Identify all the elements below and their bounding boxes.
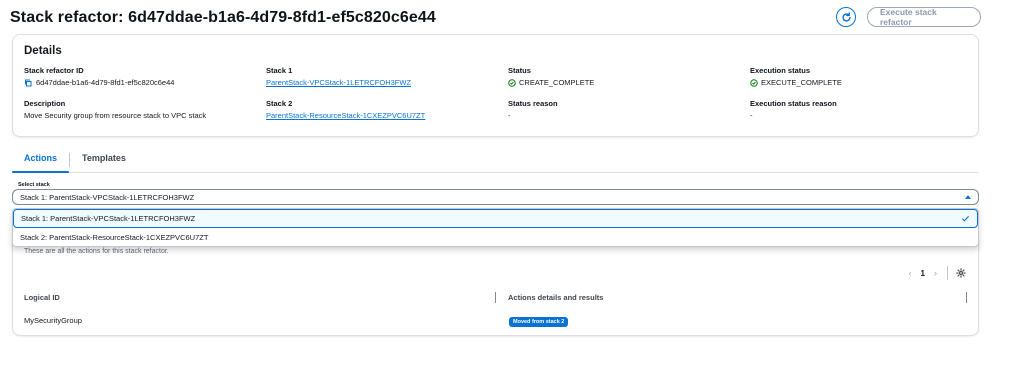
- pagination: ‹ 1 ›: [903, 266, 966, 280]
- success-check-icon: [508, 78, 516, 87]
- status-badge: Moved from stack 2: [509, 317, 569, 327]
- execution-status-reason-field: Execution status reason -: [750, 99, 992, 120]
- description-field: Description Move Security group from res…: [24, 99, 266, 120]
- details-container: Details Stack refactor ID 6d47ddae-b1a6-…: [12, 34, 979, 137]
- description-label: Description: [24, 99, 66, 108]
- details-heading: Details: [24, 45, 62, 57]
- execution-status-field: Execution status EXECUTE_COMPLETE: [750, 66, 992, 87]
- status-reason-value: -: [508, 111, 511, 120]
- chevron-right-icon[interactable]: ›: [934, 268, 937, 278]
- actions-description: These are all the actions for this stack…: [24, 248, 169, 255]
- details-grid: Stack refactor ID 6d47ddae-b1a6-4d79-8fd…: [24, 66, 967, 120]
- stack-refactor-id-field: Stack refactor ID 6d47ddae-b1a6-4d79-8fd…: [24, 66, 266, 87]
- caret-up-icon: [965, 195, 971, 199]
- stack-refactor-id-value: 6d47ddae-b1a6-4d79-8fd1-ef5c820c6e44: [24, 78, 266, 87]
- page-header: Stack refactor: 6d47ddae-b1a6-4d79-8fd1-…: [10, 6, 1014, 30]
- execute-stack-refactor-button[interactable]: Execute stack refactor: [867, 7, 981, 27]
- table-header: Logical ID Actions details and results: [24, 290, 969, 304]
- tab-actions[interactable]: Actions: [12, 147, 70, 173]
- select-stack-value: Stack 1: ParentStack-VPCStack-1LETRCFOH3…: [20, 192, 195, 202]
- option-stack-1-label: Stack 1: ParentStack-VPCStack-1LETRCFOH3…: [21, 214, 196, 223]
- column-header-logical-id[interactable]: Logical ID: [24, 291, 496, 303]
- logical-id-cell: MySecurityGroup: [24, 316, 82, 325]
- refresh-icon: [841, 11, 851, 22]
- pager-divider: [947, 266, 948, 280]
- status-reason-field: Status reason -: [508, 99, 750, 120]
- option-stack-2[interactable]: Stack 2: ParentStack-ResourceStack-1CXEZ…: [13, 228, 978, 247]
- select-stack-dropdown[interactable]: Stack 1: ParentStack-VPCStack-1LETRCFOH3…: [12, 189, 979, 205]
- description-value: Move Security group from resource stack …: [24, 111, 207, 120]
- stack-refactor-id-text: 6d47ddae-b1a6-4d79-8fd1-ef5c820c6e44: [36, 78, 175, 87]
- actions-details-cell: Moved from stack 2: [496, 316, 569, 327]
- actions-container: These are all the actions for this stack…: [12, 232, 979, 336]
- execution-status-text: EXECUTE_COMPLETE: [761, 78, 842, 87]
- status-field: Status CREATE_COMPLETE: [508, 66, 750, 87]
- execution-status-reason-value: -: [750, 111, 753, 120]
- stack1-link[interactable]: ParentStack-VPCStack-1LETRCFOH3FWZ: [266, 78, 411, 87]
- execution-status-value: EXECUTE_COMPLETE: [750, 78, 992, 87]
- page-title: Stack refactor: 6d47ddae-b1a6-4d79-8fd1-…: [10, 9, 436, 26]
- stack-refactor-id-label: Stack refactor ID: [24, 66, 84, 75]
- stack1-field: Stack 1 ParentStack-VPCStack-1LETRCFOH3F…: [266, 66, 508, 87]
- option-stack-2-label: Stack 2: ParentStack-ResourceStack-1CXEZ…: [20, 233, 209, 242]
- select-stack-options: Stack 1: ParentStack-VPCStack-1LETRCFOH3…: [12, 208, 979, 247]
- refresh-button[interactable]: [836, 7, 856, 27]
- execution-status-reason-label: Execution status reason: [750, 99, 837, 108]
- select-stack-label: Select stack: [18, 182, 50, 188]
- status-reason-label: Status reason: [508, 99, 558, 108]
- stack1-label: Stack 1: [266, 66, 293, 75]
- status-label: Status: [508, 66, 531, 75]
- tab-list: Actions Templates: [12, 147, 979, 173]
- status-text: CREATE_COMPLETE: [519, 78, 595, 87]
- stack2-label: Stack 2: [266, 99, 293, 108]
- stack2-field: Stack 2 ParentStack-ResourceStack-1CXEZP…: [266, 99, 508, 120]
- page-number[interactable]: 1: [921, 269, 925, 278]
- check-icon: [962, 215, 970, 222]
- stack2-link[interactable]: ParentStack-ResourceStack-1CXEZPVC6U7ZT: [266, 111, 425, 120]
- status-value: CREATE_COMPLETE: [508, 78, 750, 87]
- success-check-icon: [750, 78, 758, 87]
- header-actions: Execute stack refactor: [836, 7, 981, 27]
- gear-icon[interactable]: [956, 268, 966, 278]
- option-stack-1[interactable]: Stack 1: ParentStack-VPCStack-1LETRCFOH3…: [13, 209, 978, 228]
- table-row: MySecurityGroup Moved from stack 2: [24, 316, 969, 327]
- chevron-left-icon[interactable]: ‹: [909, 268, 912, 278]
- column-header-actions-details[interactable]: Actions details and results: [496, 291, 969, 303]
- copy-icon[interactable]: [24, 79, 32, 87]
- tab-templates[interactable]: Templates: [70, 147, 138, 172]
- execution-status-label: Execution status: [750, 66, 811, 75]
